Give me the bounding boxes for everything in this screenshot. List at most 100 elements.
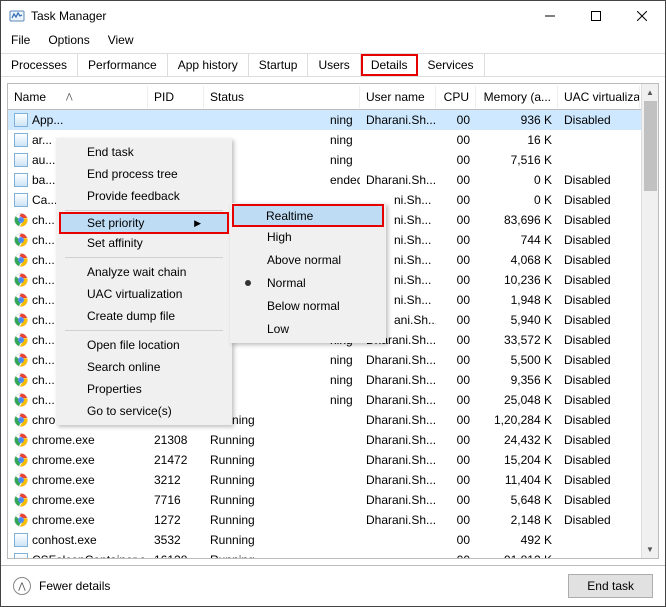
process-name: App... <box>32 113 63 127</box>
process-icon <box>14 333 28 347</box>
priority-high[interactable]: High <box>233 225 383 248</box>
priority-low[interactable]: Low <box>233 317 383 340</box>
process-uac: Disabled <box>558 393 640 407</box>
column-user[interactable]: User name <box>360 86 436 108</box>
process-name: ch... <box>32 353 55 367</box>
process-mem: 1,948 K <box>476 293 558 307</box>
cm-uac[interactable]: UAC virtualization <box>59 283 229 305</box>
process-name: conhost.exe <box>32 533 97 547</box>
column-mem[interactable]: Memory (a... <box>476 86 558 108</box>
cm-services[interactable]: Go to service(s) <box>59 400 229 422</box>
priority-below-normal[interactable]: Below normal <box>233 294 383 317</box>
scrollbar[interactable]: ▲ ▼ <box>641 84 658 558</box>
titlebar[interactable]: Task Manager <box>1 1 665 31</box>
process-status: Running <box>204 493 360 507</box>
column-name[interactable]: Name⋀ <box>8 86 148 108</box>
process-icon <box>14 213 28 227</box>
context-menu: End task End process tree Provide feedba… <box>56 138 232 425</box>
table-row[interactable]: chrome.exe21472RunningDharani.Sh...0015,… <box>8 450 658 470</box>
process-cpu: 00 <box>436 173 476 187</box>
menu-file[interactable]: File <box>11 33 30 47</box>
process-icon <box>14 533 28 547</box>
cm-dump[interactable]: Create dump file <box>59 305 229 327</box>
tab-startup[interactable]: Startup <box>249 54 309 76</box>
process-cpu: 00 <box>436 133 476 147</box>
process-name: CSFalconContainer.e <box>32 553 146 559</box>
process-name: ch... <box>32 333 55 347</box>
process-mem: 5,500 K <box>476 353 558 367</box>
cm-end-task[interactable]: End task <box>59 141 229 163</box>
process-cpu: 00 <box>436 493 476 507</box>
table-row[interactable]: App...ningDharani.Sh...00936 KDisabled <box>8 110 658 130</box>
separator <box>65 210 223 211</box>
fewer-details-label[interactable]: Fewer details <box>39 579 110 593</box>
priority-normal[interactable]: Normal <box>233 271 383 294</box>
maximize-button[interactable] <box>573 1 619 31</box>
close-button[interactable] <box>619 1 665 31</box>
process-cpu: 00 <box>436 393 476 407</box>
priority-realtime[interactable]: Realtime <box>232 204 384 227</box>
process-icon <box>14 133 28 147</box>
cm-search[interactable]: Search online <box>59 356 229 378</box>
chevron-right-icon: ▶ <box>194 218 201 229</box>
menu-options[interactable]: Options <box>48 33 89 47</box>
footer: ⋀ Fewer details End task <box>1 565 665 606</box>
tab-users[interactable]: Users <box>308 54 360 76</box>
column-status[interactable]: Status <box>204 86 360 108</box>
cm-end-tree[interactable]: End process tree <box>59 163 229 185</box>
menu-view[interactable]: View <box>108 33 134 47</box>
process-name: ch... <box>32 293 55 307</box>
column-pid[interactable]: PID <box>148 86 204 108</box>
process-icon <box>14 513 28 527</box>
column-cpu[interactable]: CPU <box>436 86 476 108</box>
table-row[interactable]: chrome.exe1272RunningDharani.Sh...002,14… <box>8 510 658 530</box>
cm-feedback[interactable]: Provide feedback <box>59 185 229 207</box>
process-cpu: 00 <box>436 273 476 287</box>
process-uac: Disabled <box>558 453 640 467</box>
process-mem: 1,20,284 K <box>476 413 558 427</box>
cm-set-affinity[interactable]: Set affinity <box>59 232 229 254</box>
tab-details[interactable]: Details <box>361 54 418 76</box>
scroll-thumb[interactable] <box>644 101 657 191</box>
process-mem: 2,148 K <box>476 513 558 527</box>
column-uac[interactable]: UAC virtualizat... <box>558 86 640 108</box>
cm-properties[interactable]: Properties <box>59 378 229 400</box>
scroll-up-icon[interactable]: ▲ <box>642 84 658 101</box>
priority-normal-label: Normal <box>267 276 306 290</box>
process-mem: 0 K <box>476 173 558 187</box>
priority-submenu: Realtime High Above normal Normal Below … <box>230 203 386 343</box>
tab-app-history[interactable]: App history <box>168 54 249 76</box>
process-cpu: 00 <box>436 413 476 427</box>
menubar: File Options View <box>1 31 665 49</box>
process-user: Dharani.Sh... <box>360 513 436 527</box>
process-mem: 33,572 K <box>476 333 558 347</box>
minimize-button[interactable] <box>527 1 573 31</box>
table-row[interactable]: chrome.exe7716RunningDharani.Sh...005,64… <box>8 490 658 510</box>
process-status: Running <box>204 533 360 547</box>
column-headers: Name⋀ PID Status User name CPU Memory (a… <box>8 84 658 110</box>
table-row[interactable]: conhost.exe3532Running00492 K <box>8 530 658 550</box>
tab-processes[interactable]: Processes <box>1 54 78 76</box>
cm-open-loc[interactable]: Open file location <box>59 334 229 356</box>
process-name: ch... <box>32 233 55 247</box>
process-user: Dharani.Sh... <box>360 493 436 507</box>
table-row[interactable]: chrome.exe21308RunningDharani.Sh...0024,… <box>8 430 658 450</box>
table-row[interactable]: CSFalconContainer.e16128Running0091,812 … <box>8 550 658 559</box>
process-icon <box>14 393 28 407</box>
scroll-down-icon[interactable]: ▼ <box>642 541 658 558</box>
process-cpu: 00 <box>436 433 476 447</box>
process-uac: Disabled <box>558 113 640 127</box>
window-title: Task Manager <box>31 9 106 23</box>
fewer-details-icon[interactable]: ⋀ <box>13 577 31 595</box>
priority-above-normal[interactable]: Above normal <box>233 248 383 271</box>
tab-performance[interactable]: Performance <box>78 54 168 76</box>
table-row[interactable]: chrome.exe3212RunningDharani.Sh...0011,4… <box>8 470 658 490</box>
cm-set-priority[interactable]: Set priority▶ <box>59 212 229 234</box>
process-cpu: 00 <box>436 113 476 127</box>
process-status: Running <box>204 453 360 467</box>
tab-services[interactable]: Services <box>418 54 485 76</box>
end-task-button[interactable]: End task <box>568 574 653 598</box>
process-icon <box>14 253 28 267</box>
process-icon <box>14 153 28 167</box>
cm-analyze[interactable]: Analyze wait chain <box>59 261 229 283</box>
